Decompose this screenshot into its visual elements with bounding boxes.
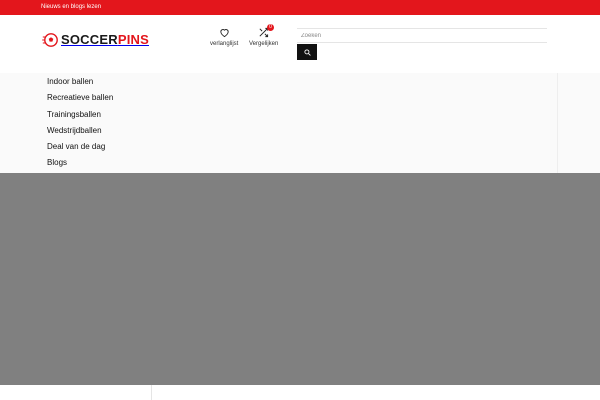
menu-item-recreatieve-ballen[interactable]: Recreatieve ballen <box>47 90 113 106</box>
menu-divider <box>557 73 558 173</box>
search-button[interactable] <box>297 44 317 60</box>
content-divider <box>151 385 152 400</box>
menu-list-item: Deal van de dag <box>47 139 113 155</box>
logo-text-accent: PINS <box>117 32 149 47</box>
menu-item-blogs[interactable]: Blogs <box>47 155 113 171</box>
menu-item-trainingsballen[interactable]: Trainingsballen <box>47 107 113 123</box>
heart-icon <box>220 29 229 38</box>
news-blogs-link[interactable]: Nieuws en blogs lezen <box>41 3 101 12</box>
menu-list-item: Blogs <box>47 155 113 171</box>
compare-count-badge: 0 <box>267 24 274 31</box>
top-bar: Nieuws en blogs lezen <box>0 0 600 15</box>
compare-label: Vergelijken <box>249 41 279 47</box>
menu-list-item: Wedstrijdballen <box>47 123 113 139</box>
wishlist-link[interactable]: verlanglijst <box>210 27 238 48</box>
content-area <box>0 385 600 400</box>
menu-list-item: Indoor ballen <box>47 74 113 90</box>
soccer-ball-icon <box>42 33 58 47</box>
menu-list-item: Recreatieve ballen <box>47 90 113 106</box>
category-menu: Indoor ballen Recreatieve ballen Trainin… <box>47 74 113 172</box>
wishlist-label: verlanglijst <box>210 41 239 47</box>
menu-list-item: Trainingsballen <box>47 107 113 123</box>
logo-text: SOCCERPINS <box>61 32 149 48</box>
menu-item-indoor-ballen[interactable]: Indoor ballen <box>47 74 113 90</box>
search-input[interactable] <box>297 28 547 43</box>
menu-item-deal-van-de-dag[interactable]: Deal van de dag <box>47 139 113 155</box>
compare-link[interactable]: 0 Vergelijken <box>249 24 279 48</box>
search-icon <box>303 48 311 56</box>
site-logo[interactable]: SOCCERPINS <box>42 32 149 48</box>
hero-banner <box>0 173 600 385</box>
menu-item-wedstrijdballen[interactable]: Wedstrijdballen <box>47 123 113 139</box>
logo-text-main: SOCCER <box>61 32 118 47</box>
